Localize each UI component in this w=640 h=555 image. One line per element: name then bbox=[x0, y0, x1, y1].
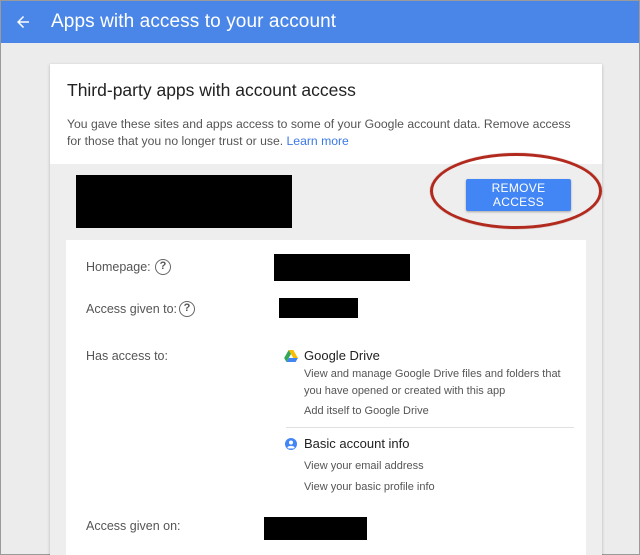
redacted-app-name bbox=[76, 175, 292, 228]
help-icon[interactable]: ? bbox=[155, 259, 171, 275]
service-detail: View and manage Google Drive files and f… bbox=[304, 368, 561, 397]
redacted-access-given-to bbox=[279, 298, 358, 318]
redacted-access-date bbox=[264, 517, 367, 540]
back-button[interactable] bbox=[1, 1, 45, 43]
page-title: Apps with access to your account bbox=[51, 11, 337, 32]
service-divider bbox=[286, 427, 574, 428]
homepage-label: Homepage: bbox=[86, 260, 151, 274]
account-info-icon bbox=[285, 438, 297, 450]
learn-more-link[interactable]: Learn more bbox=[287, 134, 349, 148]
remove-access-button[interactable]: REMOVE ACCESS bbox=[466, 179, 571, 211]
card-description: You gave these sites and apps access to … bbox=[67, 116, 587, 150]
service-detail: Add itself to Google Drive bbox=[304, 405, 429, 417]
google-drive-icon bbox=[284, 350, 298, 362]
service-detail: View your basic profile info bbox=[304, 481, 435, 493]
access-given-to-label: Access given to: bbox=[86, 302, 178, 316]
app-details-panel: Homepage: ? Access given to: ? Has acces… bbox=[66, 240, 586, 555]
arrow-back-icon bbox=[17, 16, 29, 28]
service-name: Basic account info bbox=[304, 436, 410, 451]
help-icon[interactable]: ? bbox=[179, 301, 195, 317]
top-app-bar: Apps with access to your account bbox=[1, 1, 639, 43]
card-title: Third-party apps with account access bbox=[67, 80, 356, 100]
service-detail: View your email address bbox=[304, 460, 424, 472]
redacted-homepage bbox=[274, 254, 410, 281]
has-access-to-label: Has access to: bbox=[86, 349, 168, 363]
service-name: Google Drive bbox=[304, 348, 380, 363]
access-given-on-label: Access given on: bbox=[86, 519, 181, 533]
third-party-apps-card: Third-party apps with account access You… bbox=[50, 64, 602, 555]
